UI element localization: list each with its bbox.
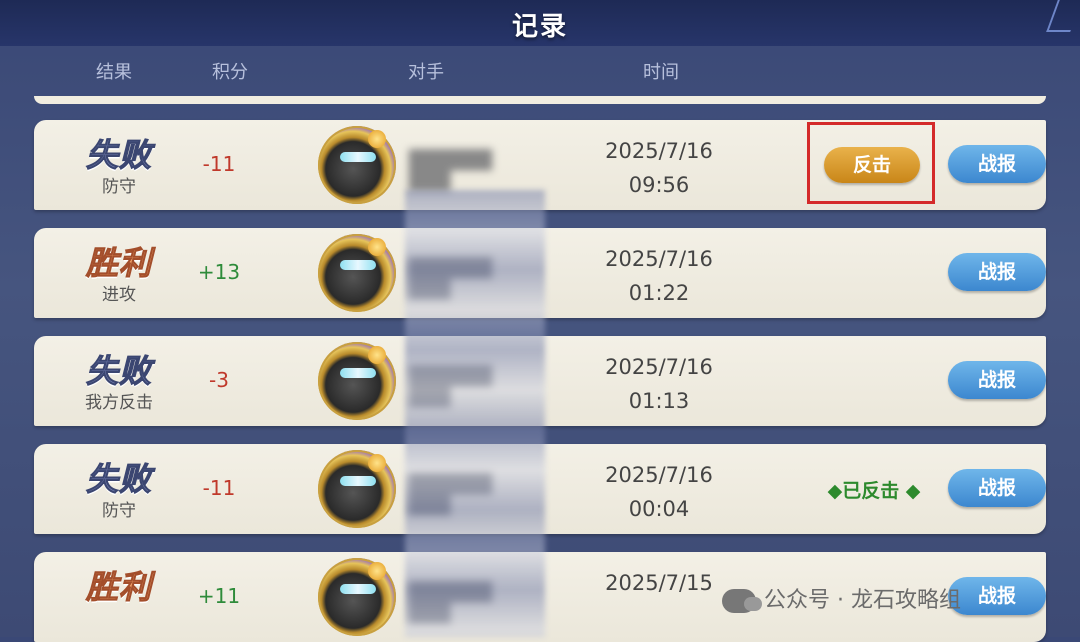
battle-report-button[interactable]: 战报 [948, 577, 1046, 615]
result-label: 失败 [85, 136, 152, 175]
battle-time: 2025/7/15 [594, 566, 724, 600]
battle-mode: 进攻 [102, 285, 136, 305]
battle-report-button[interactable]: 战报 [948, 469, 1046, 507]
result-label: 胜利 [85, 244, 152, 283]
battle-date: 2025/7/16 [605, 463, 713, 487]
score-change: -3 [209, 368, 229, 392]
battle-time: 2025/7/16 01:22 [594, 242, 724, 310]
score-change: -11 [202, 476, 236, 500]
avatar-eyes [340, 260, 376, 270]
result-label: 失败 [85, 352, 152, 391]
battle-date: 2025/7/16 [605, 247, 713, 271]
opponent-name: ██████ ███ [409, 150, 493, 192]
column-header-time: 时间 [643, 62, 679, 83]
avatar-eyes [340, 152, 376, 162]
battle-clock: 09:56 [628, 173, 690, 197]
page-title: 记录 [511, 12, 568, 42]
battle-time: 2025/7/16 09:56 [594, 134, 724, 202]
result-label: 失败 [85, 460, 152, 499]
avatar-eyes [340, 584, 376, 594]
avatar-gem [368, 130, 386, 148]
column-header-score: 积分 [212, 62, 248, 83]
redaction-blur [405, 190, 545, 637]
opponent-avatar [318, 342, 396, 420]
battle-time: 2025/7/16 00:04 [594, 458, 724, 526]
wechat-icon [722, 589, 762, 613]
battle-mode: 防守 [102, 501, 136, 521]
watermark: 公众号 · 龙石攻略组 [722, 582, 961, 614]
avatar-eyes [340, 368, 376, 378]
battle-clock: 00:04 [628, 497, 690, 521]
battle-mode: 防守 [102, 177, 136, 197]
battle-report-button[interactable]: 战报 [948, 253, 1046, 291]
opponent-avatar [318, 450, 396, 528]
score-change: -11 [202, 152, 236, 176]
opponent-avatar [318, 126, 396, 204]
column-header-result: 结果 [96, 62, 132, 83]
title-bar: 记录 [0, 0, 1080, 46]
avatar-gem [368, 562, 386, 580]
watermark-text: 公众号 · 龙石攻略组 [764, 588, 961, 613]
column-header-opponent: 对手 [408, 62, 444, 83]
list-top-edge [34, 96, 1046, 104]
battle-report-button[interactable]: 战报 [948, 145, 1046, 183]
battle-date: 2025/7/15 [605, 571, 713, 595]
score-change: +13 [197, 260, 241, 284]
battle-clock: 01:13 [628, 389, 690, 413]
result-label: 胜利 [85, 568, 152, 607]
battle-date: 2025/7/16 [605, 355, 713, 379]
counterattack-button[interactable]: 反击 [824, 147, 920, 183]
battle-report-button[interactable]: 战报 [948, 361, 1046, 399]
score-change: +11 [197, 584, 241, 608]
avatar-gem [368, 238, 386, 256]
battle-mode: 我方反击 [85, 393, 153, 413]
column-header-row: 结果 积分 对手 时间 [0, 58, 1080, 83]
counterattack-done-label: ◆已反击 ◆ [827, 480, 921, 502]
battle-time: 2025/7/16 01:13 [594, 350, 724, 418]
avatar-eyes [340, 476, 376, 486]
opponent-avatar [318, 558, 396, 636]
battle-date: 2025/7/16 [605, 139, 713, 163]
avatar-gem [368, 346, 386, 364]
opponent-avatar [318, 234, 396, 312]
avatar-gem [368, 454, 386, 472]
battle-clock: 01:22 [628, 281, 690, 305]
